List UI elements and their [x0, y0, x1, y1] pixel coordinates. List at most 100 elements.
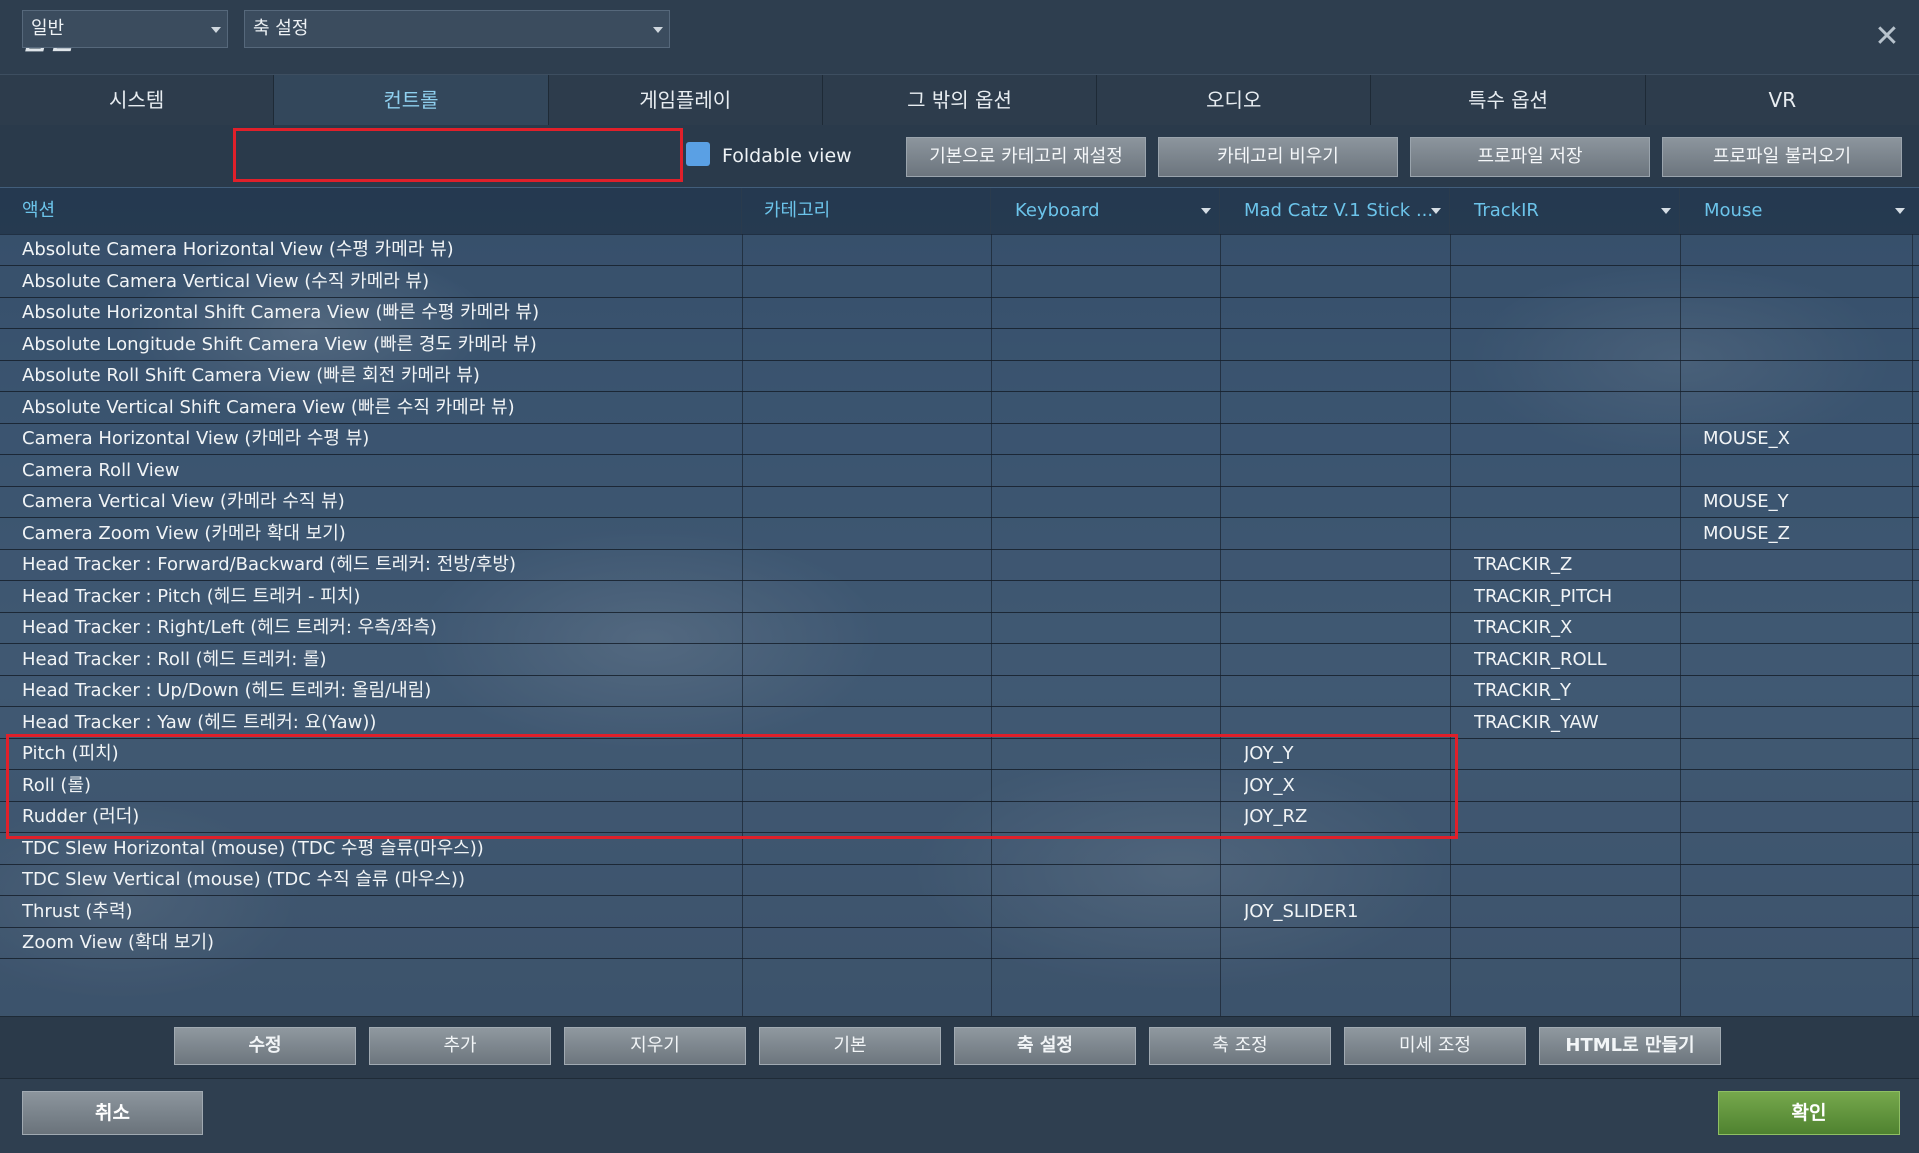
tab-gameplay[interactable]: 게임플레이 — [549, 75, 823, 125]
table-header: 액션 카테고리 Keyboard Mad Catz V.1 Stick ... … — [0, 188, 1919, 235]
cell-mouse — [1703, 297, 1903, 328]
column-header-keyboard[interactable]: Keyboard — [991, 188, 1220, 234]
cell-category — [764, 644, 984, 675]
column-header-category[interactable]: 카테고리 — [742, 188, 991, 234]
cell-joystick — [1244, 423, 1444, 454]
cell-action: Head Tracker : Pitch (헤드 트레커 - 피치) — [22, 585, 361, 607]
cell-category — [764, 518, 984, 549]
cell-keyboard — [1014, 770, 1214, 801]
cell-trackir — [1474, 518, 1674, 549]
save-profile-button[interactable]: 프로파일 저장 — [1410, 137, 1650, 177]
cell-keyboard — [1014, 581, 1214, 612]
chevron-down-icon — [1895, 208, 1905, 214]
cell-joystick — [1244, 864, 1444, 895]
table-row[interactable]: Rudder (러더) JOY_RZ — [0, 801, 1919, 833]
ok-button[interactable]: 확인 — [1718, 1091, 1900, 1135]
column-header-action[interactable]: 액션 — [0, 188, 742, 234]
cell-category — [764, 612, 984, 643]
table-row[interactable]: Absolute Horizontal Shift Camera View (빠… — [0, 297, 1919, 329]
reset-category-button[interactable]: 기본으로 카테고리 재설정 — [906, 137, 1146, 177]
cell-action: Head Tracker : Yaw (헤드 트레커: 요(Yaw)) — [22, 711, 377, 733]
tab-audio[interactable]: 오디오 — [1097, 75, 1372, 125]
cell-joystick — [1244, 486, 1444, 517]
cell-joystick — [1244, 518, 1444, 549]
cell-category — [764, 738, 984, 769]
category-select-value: 축 설정 — [253, 18, 309, 39]
cell-joystick — [1244, 329, 1444, 360]
cell-category — [764, 707, 984, 738]
cell-action: Rudder (러더) — [22, 806, 140, 827]
cell-mouse: MOUSE_X — [1703, 428, 1791, 449]
column-header-trackir[interactable]: TrackIR — [1450, 188, 1680, 234]
cell-keyboard — [1014, 360, 1214, 391]
cell-category — [764, 234, 984, 265]
delete-button[interactable]: 지우기 — [564, 1027, 746, 1065]
cell-keyboard — [1014, 392, 1214, 423]
foldable-view-checkbox[interactable] — [686, 142, 710, 166]
cancel-button[interactable]: 취소 — [22, 1091, 203, 1135]
table-row[interactable]: Head Tracker : Yaw (헤드 트레커: 요(Yaw)) TRACK… — [0, 707, 1919, 739]
chevron-down-icon — [1431, 208, 1441, 214]
cell-action: Head Tracker : Right/Left (헤드 트레커: 우측/좌측… — [22, 617, 437, 638]
cell-mouse — [1703, 234, 1903, 265]
table-row[interactable]: Head Tracker : Roll (헤드 트레커: 롤) TRACKIR_R… — [0, 644, 1919, 676]
edit-button[interactable]: 수정 — [174, 1027, 356, 1065]
axis-tune-button[interactable]: 축 조정 — [1149, 1027, 1331, 1065]
fine-tune-button[interactable]: 미세 조정 — [1344, 1027, 1526, 1065]
make-html-button[interactable]: HTML로 만들기 — [1539, 1027, 1721, 1065]
clear-category-button[interactable]: 카테고리 비우기 — [1158, 137, 1398, 177]
tab-vr[interactable]: VR — [1646, 75, 1919, 125]
tab-special[interactable]: 특수 옵션 — [1371, 75, 1646, 125]
table-row[interactable]: Roll (롤) JOY_X — [0, 770, 1919, 802]
table-row[interactable]: Absolute Camera Vertical View (수직 카메라 뷰) — [0, 266, 1919, 298]
cell-action: Absolute Roll Shift Camera View (빠른 회전 카… — [22, 365, 480, 386]
cell-joystick: JOY_RZ — [1244, 806, 1308, 827]
table-row[interactable]: Head Tracker : Up/Down (헤드 트레커: 올림/내림) TR… — [0, 675, 1919, 707]
table-row[interactable]: Head Tracker : Forward/Backward (헤드 트레커:… — [0, 549, 1919, 581]
table-row[interactable]: Head Tracker : Right/Left (헤드 트레커: 우측/좌측… — [0, 612, 1919, 644]
default-button[interactable]: 기본 — [759, 1027, 941, 1065]
table-row[interactable]: Pitch (피치) JOY_Y — [0, 738, 1919, 770]
cell-trackir: TRACKIR_X — [1474, 617, 1573, 638]
cell-action: Camera Vertical View (카메라 수직 뷰) — [22, 491, 345, 512]
aircraft-select[interactable]: 일반 — [22, 10, 228, 48]
axis-assign-button[interactable]: 축 설정 — [954, 1027, 1136, 1065]
tab-system[interactable]: 시스템 — [0, 75, 275, 125]
cell-trackir: TRACKIR_PITCH — [1474, 585, 1613, 607]
column-header-label: 액션 — [22, 200, 56, 221]
cell-keyboard — [1014, 738, 1214, 769]
tab-controls[interactable]: 컨트롤 — [274, 75, 549, 125]
table-row[interactable]: TDC Slew Horizontal (mouse) (TDC 수평 슬류(마… — [0, 833, 1919, 865]
cell-category — [764, 266, 984, 297]
table-row[interactable]: TDC Slew Vertical (mouse) (TDC 수직 슬류 (마우… — [0, 864, 1919, 896]
table-row[interactable]: Camera Vertical View (카메라 수직 뷰) MOUSE_Y — [0, 486, 1919, 518]
table-row[interactable]: Zoom View (확대 보기) — [0, 927, 1919, 959]
cell-trackir — [1474, 896, 1674, 927]
table-row[interactable]: Camera Horizontal View (카메라 수평 뷰) MOUSE_X — [0, 423, 1919, 455]
column-header-label: Mad Catz V.1 Stick ... — [1244, 200, 1434, 221]
table-row[interactable]: Absolute Vertical Shift Camera View (빠른 … — [0, 392, 1919, 424]
cell-action: Pitch (피치) — [22, 743, 119, 764]
cell-joystick: JOY_Y — [1244, 743, 1294, 764]
cell-action: Camera Roll View — [22, 459, 180, 481]
tab-misc[interactable]: 그 밖의 옵션 — [823, 75, 1098, 125]
cell-keyboard — [1014, 801, 1214, 832]
column-header-mouse[interactable]: Mouse — [1680, 188, 1919, 234]
table-row[interactable]: Absolute Camera Horizontal View (수평 카메라 … — [0, 234, 1919, 266]
add-button[interactable]: 추가 — [369, 1027, 551, 1065]
category-select[interactable]: 축 설정 — [244, 10, 670, 48]
table-row[interactable]: Camera Roll View — [0, 455, 1919, 487]
table-row[interactable]: Thrust (추력) JOY_SLIDER1 — [0, 896, 1919, 928]
table-row[interactable]: Absolute Longitude Shift Camera View (빠른… — [0, 329, 1919, 361]
cell-mouse: MOUSE_Z — [1703, 522, 1791, 544]
column-header-joystick[interactable]: Mad Catz V.1 Stick ... — [1220, 188, 1450, 234]
load-profile-button[interactable]: 프로파일 불러오기 — [1662, 137, 1902, 177]
table-row[interactable]: Absolute Roll Shift Camera View (빠른 회전 카… — [0, 360, 1919, 392]
cell-trackir: TRACKIR_Y — [1474, 680, 1571, 701]
close-icon[interactable]: ✕ — [1872, 22, 1902, 52]
cell-action: Absolute Vertical Shift Camera View (빠른 … — [22, 396, 515, 418]
table-row[interactable]: Head Tracker : Pitch (헤드 트레커 - 피치) TRACKI… — [0, 581, 1919, 613]
chevron-down-icon — [1201, 208, 1211, 214]
table-row[interactable]: Camera Zoom View (카메라 확대 보기) MOUSE_Z — [0, 518, 1919, 550]
cell-joystick — [1244, 675, 1444, 706]
